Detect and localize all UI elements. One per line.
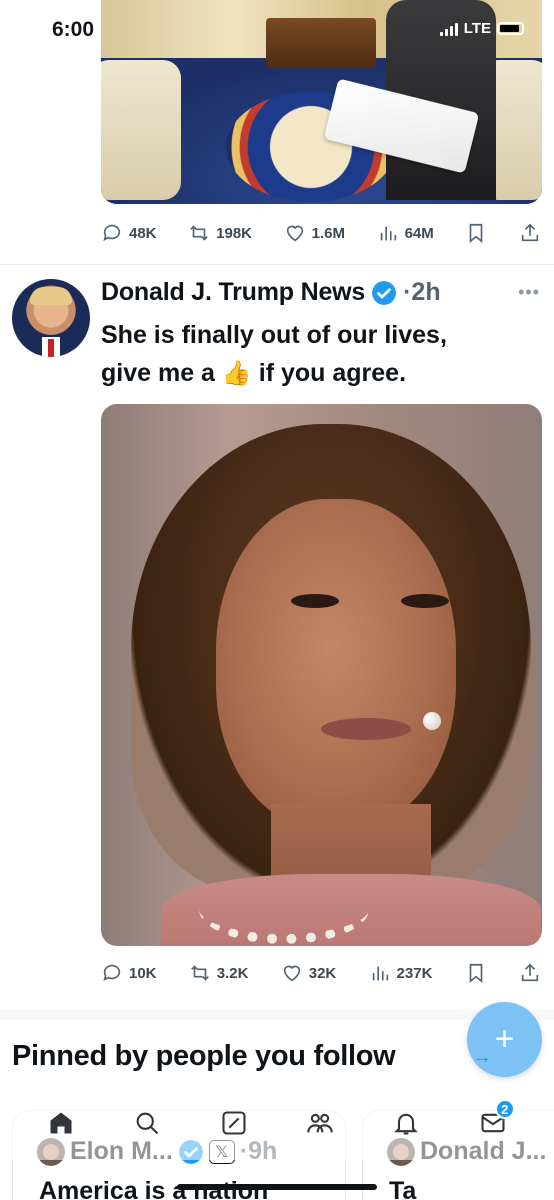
bell-icon — [394, 1113, 419, 1135]
photo-earring — [423, 712, 441, 730]
plus-icon: + — [494, 1019, 515, 1058]
tab-messages[interactable]: 2 — [473, 1099, 515, 1143]
repost-count: 3.2K — [216, 964, 249, 982]
like-count: 1.6M — [311, 224, 345, 242]
pinned-section-title: Pinned by people you follow — [12, 1040, 396, 1072]
top-post-actions: 48K 198K 1.6M 64M — [101, 222, 541, 244]
reply-button[interactable]: 48K — [101, 222, 157, 244]
post-time[interactable]: ·2h — [403, 278, 441, 307]
signal-icon — [439, 22, 458, 36]
tab-notifications[interactable] — [386, 1103, 426, 1143]
bookmark-button[interactable] — [465, 222, 487, 244]
share-icon — [521, 223, 539, 242]
tweet-text-line2: give me a 👍 if you agree. — [101, 354, 531, 393]
bookmark-icon — [469, 963, 482, 984]
pinned-post-text: Ta — [389, 1177, 417, 1200]
tweet-text: She is finally out of our lives, give me… — [101, 316, 531, 393]
tweet-actions: 10K 3.2K 32K 237K — [101, 962, 541, 984]
arrow-right-icon[interactable]: → — [472, 1046, 492, 1069]
bottom-tab-bar: 2 — [0, 1098, 554, 1148]
image-sofa-left — [101, 60, 181, 200]
messages-badge: 2 — [494, 1099, 515, 1119]
repost-icon — [190, 225, 208, 241]
reply-button[interactable]: 10K — [101, 962, 157, 984]
more-options-icon[interactable]: ••• — [518, 282, 540, 303]
status-indicators: LTE — [439, 20, 524, 37]
bookmark-icon — [470, 223, 483, 244]
like-count: 32K — [308, 964, 337, 982]
photo-pearls — [199, 874, 369, 944]
views-count: 237K — [396, 964, 433, 982]
views-icon — [380, 226, 396, 241]
tweet-header: Donald J. Trump News ·2h — [101, 278, 441, 307]
like-button[interactable]: 32K — [281, 962, 337, 984]
views-button[interactable]: 64M — [377, 222, 434, 244]
repost-button[interactable]: 3.2K — [189, 962, 249, 984]
heart-icon — [283, 965, 300, 982]
communities-icon — [307, 1113, 333, 1133]
photo-eye-left — [291, 594, 339, 608]
tweet-text-pre: give me a — [101, 359, 222, 387]
photo-eye-right — [401, 594, 449, 608]
grok-icon — [222, 1111, 246, 1135]
verified-badge-icon — [372, 280, 397, 305]
tab-communities[interactable] — [300, 1103, 340, 1143]
reply-icon — [103, 224, 121, 241]
repost-count: 198K — [216, 224, 252, 242]
section-divider — [0, 1010, 554, 1020]
avatar-hair — [30, 287, 72, 305]
views-button[interactable]: 237K — [369, 962, 433, 984]
avatar[interactable] — [12, 279, 90, 357]
photo-lips — [321, 718, 411, 740]
tweet-photo[interactable] — [101, 404, 542, 946]
tweet-text-post: if you agree. — [251, 359, 407, 387]
reply-count: 48K — [129, 224, 157, 242]
thumbs-up-emoji: 👍 — [221, 360, 252, 387]
image-desk — [266, 18, 376, 68]
heart-icon — [286, 225, 303, 242]
tab-grok[interactable] — [214, 1103, 254, 1143]
tweet-text-line1: She is finally out of our lives, — [101, 321, 447, 349]
share-button[interactable] — [519, 222, 541, 244]
battery-icon — [497, 22, 524, 35]
search-icon — [137, 1112, 159, 1135]
home-icon — [50, 1112, 72, 1134]
status-time: 6:00 — [52, 18, 95, 41]
network-label: LTE — [463, 20, 491, 37]
author-name[interactable]: Donald J. Trump News — [101, 278, 365, 307]
reply-count: 10K — [129, 964, 157, 982]
repost-button[interactable]: 198K — [188, 222, 252, 244]
repost-icon — [190, 965, 209, 981]
home-indicator — [177, 1184, 377, 1190]
share-button[interactable] — [519, 962, 541, 984]
like-button[interactable]: 1.6M — [284, 222, 345, 244]
tab-search[interactable] — [127, 1103, 167, 1143]
tab-home[interactable] — [41, 1103, 81, 1143]
photo-face — [216, 499, 456, 829]
views-icon — [372, 966, 388, 981]
reply-icon — [103, 964, 121, 981]
post-divider — [0, 264, 554, 265]
views-count: 64M — [404, 224, 434, 242]
share-icon — [521, 963, 539, 982]
avatar-tie — [48, 339, 54, 357]
bookmark-button[interactable] — [465, 962, 487, 984]
